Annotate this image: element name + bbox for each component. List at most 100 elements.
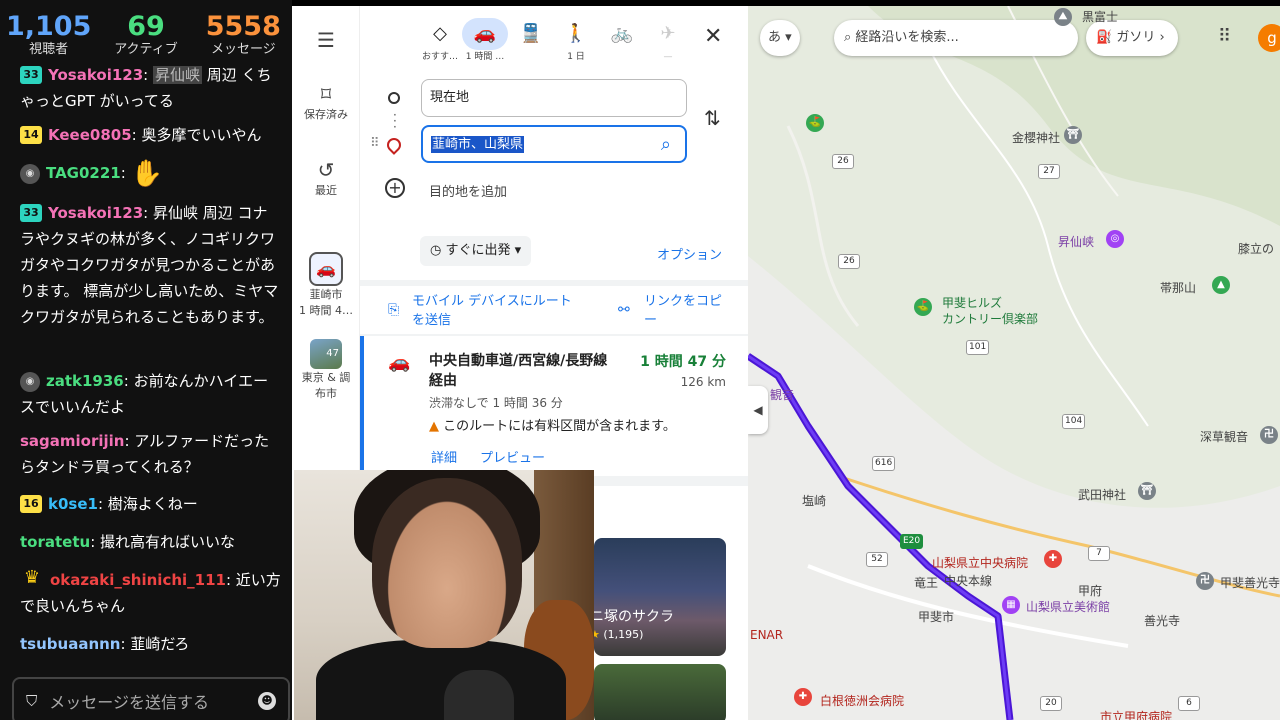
mode-best[interactable]: ◇ おすす…: [415, 18, 465, 64]
map-label-zenkoji: 善光寺: [1144, 614, 1181, 628]
chat-username[interactable]: Keee0805: [48, 126, 132, 144]
swap-icon[interactable]: ⇅: [704, 106, 721, 130]
menu-button[interactable]: ☰: [292, 28, 360, 52]
mountain-pin-icon[interactable]: ▲: [1212, 276, 1230, 294]
mode-transit[interactable]: 🚆: [506, 18, 556, 50]
mode-flight[interactable]: ✈ —: [643, 18, 693, 64]
saved-label: 保存済み: [304, 108, 348, 121]
shrine-pin-icon[interactable]: ⛩: [1138, 482, 1156, 500]
museum-pin-icon[interactable]: ▦: [1002, 596, 1020, 614]
viewer-count: 1,105 視聴者: [0, 0, 97, 64]
hospital-pin-icon[interactable]: ✚: [1044, 550, 1062, 568]
origin-circle-icon: [388, 92, 400, 104]
train-icon: 🚆: [519, 23, 543, 44]
chat-message: 14 Keee0805: 奥多摩でいいやん: [20, 122, 282, 148]
gas-pump-icon: ⛽: [1096, 30, 1113, 45]
details-link[interactable]: 詳細: [431, 447, 457, 466]
subscriber-badge: 33: [20, 204, 42, 222]
map-label-central-hospital: 山梨県立中央病院: [932, 556, 1029, 570]
car-icon: 🚗: [388, 352, 411, 373]
hands-emote-icon: ✋: [130, 159, 163, 189]
hospital-pin-icon[interactable]: ✚: [794, 688, 812, 706]
add-icon[interactable]: +: [385, 178, 405, 198]
saved-button[interactable]: ⌑ 保存済み: [292, 82, 360, 122]
map-label-shiozaki: 塩崎: [802, 494, 827, 508]
map-canvas[interactable]: あ ▾ ⌕ 経路沿いを検索... ⛽ ガソリ › ⠿ g ◀ ⛰ 黒富士 ⛩ 金…: [748, 6, 1280, 720]
drag-handle-icon[interactable]: ⠿: [370, 136, 380, 151]
map-label-kofu: 甲府: [1078, 584, 1103, 598]
gas-station-chip[interactable]: ⛽ ガソリ ›: [1086, 20, 1178, 56]
send-to-mobile-link[interactable]: モバイル デバイスにルートを送信: [412, 292, 582, 330]
depart-time-dropdown[interactable]: ◷ すぐに出発 ▾: [420, 236, 532, 266]
temple-pin-icon[interactable]: 卍: [1260, 426, 1278, 444]
add-destination-button[interactable]: 目的地を追加: [429, 181, 507, 200]
stream-chat-panel: 1,105 視聴者 69 アクティブ 5558 メッセージ 33 Yosakoi1…: [0, 0, 292, 720]
ime-indicator[interactable]: あ ▾: [760, 20, 800, 56]
map-label-kanazakura: 金櫻神社: [1012, 131, 1061, 145]
golf-pin-icon[interactable]: ⛳: [806, 114, 824, 132]
chat-input-placeholder: メッセージを送信する: [49, 693, 209, 712]
chat-username[interactable]: TAG0221: [46, 164, 121, 182]
origin-input[interactable]: 現在地: [421, 79, 687, 117]
history-icon: ↺: [317, 158, 335, 182]
close-icon[interactable]: ✕: [704, 24, 722, 49]
walk-icon: 🚶: [564, 23, 588, 44]
send-to-phone-icon: ⎘: [388, 302, 400, 318]
account-avatar[interactable]: g: [1258, 24, 1280, 52]
landmark-pin-icon[interactable]: ⛰: [1054, 8, 1072, 26]
copy-link[interactable]: リンクをコピー: [644, 292, 724, 330]
chat-username[interactable]: sagamiorijin: [20, 432, 125, 450]
route-card[interactable]: 🚗 中央自動車道/西宮線/長野線経由 1 時間 47 分 126 km 渋滞なし…: [360, 336, 748, 476]
chat-message: 33 Yosakoi123: 昇仙峡 周辺 くちゃっとGPT がいってる: [20, 66, 272, 110]
mode-bicycle[interactable]: 🚲: [597, 18, 647, 50]
route-shield: 26: [838, 254, 860, 269]
destination-input[interactable]: 韮崎市、山梨県 ⌕: [421, 125, 687, 163]
rating-count: (1,195): [603, 628, 644, 641]
recent-button[interactable]: ↺ 最近: [292, 158, 360, 198]
options-link[interactable]: オプション: [657, 244, 722, 263]
chat-username[interactable]: k0se1: [48, 495, 98, 513]
recent-trip-tokyo[interactable]: 47 東京 & 調 布市: [292, 339, 360, 401]
route-shield: 616: [872, 456, 896, 471]
route-duration: 1 時間 47 分: [640, 354, 726, 370]
directions-header: ◇ おすす… 🚗 1 時間 … 🚆 🚶 1 日 🚲 ✈ — ✕ · · · 現在…: [360, 6, 748, 224]
recent-trip-nirasaki[interactable]: 🚗 韮崎市 1 時間 4…: [292, 252, 360, 318]
place-card-cherry-tree[interactable]: ニ塚のサクラ ★ (1,195): [590, 538, 726, 656]
emoji-icon[interactable]: ☻: [258, 692, 276, 710]
scenic-pin-icon[interactable]: ◎: [1106, 230, 1124, 248]
chat-text: 撮れ高有ればいいな: [100, 533, 236, 551]
route-shield: 101: [966, 340, 990, 355]
toll-warning-text: このルートには有料区間が含まれます。: [443, 419, 676, 434]
mode-walk[interactable]: 🚶 1 日: [551, 18, 601, 64]
shrine-pin-icon[interactable]: ⛩: [1064, 126, 1082, 144]
subscriber-badge: 14: [20, 126, 42, 144]
shield-icon[interactable]: ⛉: [26, 692, 37, 710]
golf-pin-icon[interactable]: ⛳: [914, 298, 932, 316]
webcam-overlay: [294, 470, 594, 720]
place-card-2[interactable]: [594, 664, 726, 720]
trip-subtitle: 1 時間 4…: [299, 304, 353, 317]
place-title: ニ塚のサクラ: [590, 609, 674, 625]
search-along-route[interactable]: ⌕ 経路沿いを検索...: [834, 20, 1078, 56]
map-label-golf-1: 甲斐ヒルズ: [942, 296, 1003, 310]
chat-username[interactable]: tsubuaannn: [20, 635, 120, 653]
apps-grid-icon[interactable]: ⠿: [1218, 26, 1231, 47]
collapse-panel-button[interactable]: ◀: [748, 386, 768, 434]
chat-message-input[interactable]: ⛉ メッセージを送信する ☻: [12, 677, 290, 720]
map-label-fukasawa: 深草観音: [1200, 430, 1249, 444]
preview-link[interactable]: プレビュー: [480, 447, 545, 466]
chat-username[interactable]: zatk1936: [46, 372, 124, 390]
chat-message: ◉ TAG0221: ✋: [20, 160, 282, 187]
mode-drive[interactable]: 🚗 1 時間 …: [460, 18, 510, 64]
route-shield: 27: [1038, 164, 1060, 179]
chat-username[interactable]: okazaki_shinichi_111: [50, 571, 226, 589]
plane-icon: ✈: [660, 23, 676, 44]
temple-pin-icon[interactable]: 卍: [1196, 572, 1214, 590]
chat-username[interactable]: toratetu: [20, 533, 90, 551]
clock-icon: ◷: [430, 243, 442, 258]
chat-username[interactable]: Yosakoi123: [48, 66, 143, 84]
search-icon[interactable]: ⌕: [661, 127, 671, 163]
chat-username[interactable]: Yosakoi123: [48, 204, 143, 222]
map-label-enar: ENAR: [750, 628, 784, 642]
chat-message: 16 k0se1: 樹海よくねー: [20, 491, 282, 517]
